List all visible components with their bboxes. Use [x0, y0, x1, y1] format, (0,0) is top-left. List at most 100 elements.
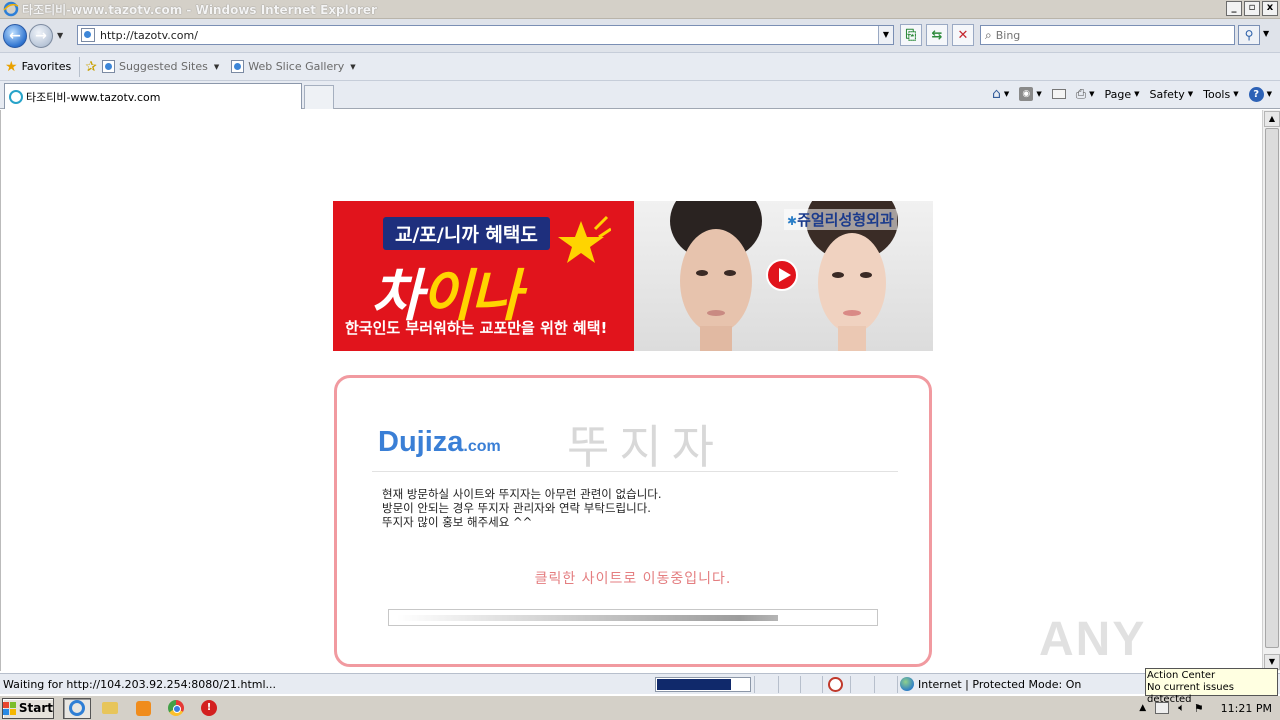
- mail-icon: [1051, 89, 1066, 99]
- feeds-button[interactable]: ◉ ▼: [1019, 87, 1042, 101]
- favorites-button[interactable]: ★ Favorites: [5, 59, 71, 75]
- back-button[interactable]: ←: [3, 23, 27, 48]
- banner-right-panel: ✱쥬얼리성형외과: [634, 201, 933, 351]
- redirect-progress-bar: [388, 609, 878, 626]
- play-icon[interactable]: [766, 259, 798, 291]
- page-load-progress: [655, 677, 751, 692]
- compatibility-view-button[interactable]: ⎘: [900, 24, 922, 46]
- minimize-button[interactable]: _: [1226, 1, 1242, 16]
- banner-subline: 한국인도 부러워하는 교포만을 위한 혜택!: [345, 319, 608, 337]
- tooltip-title: Action Center: [1147, 670, 1216, 681]
- redirect-card: Dujiza.com 뚜지자 현재 방문하실 사이트와 뚜지자는 아무런 관련이…: [334, 375, 932, 667]
- page-menu[interactable]: Page ▼: [1105, 88, 1140, 101]
- safety-menu[interactable]: Safety ▼: [1150, 88, 1194, 101]
- status-cell: [778, 676, 779, 693]
- separator: [79, 56, 81, 77]
- search-input[interactable]: [995, 28, 1216, 42]
- suggested-sites-label: Suggested Sites: [119, 60, 208, 73]
- taskbar-security-app[interactable]: !: [195, 698, 223, 719]
- status-cell: [874, 676, 875, 693]
- banner-left-panel: 교/포/니까 혜택도 차이나 한국인도 부러워하는 교포만을 위한 혜택!: [333, 201, 634, 351]
- search-box[interactable]: ⌕: [980, 25, 1235, 45]
- notice-message: 현재 방문하실 사이트와 뚜지자는 아무런 관련이 없습니다. 방문이 안되는 …: [382, 487, 662, 529]
- address-bar[interactable]: http://tazotv.com/ ▼: [77, 25, 894, 45]
- status-text: Waiting for http://104.203.92.254:8080/2…: [3, 677, 277, 691]
- favorites-label: Favorites: [21, 60, 72, 73]
- refresh-button[interactable]: ⇆: [926, 24, 948, 46]
- print-button[interactable]: ⎙ ▼: [1076, 87, 1095, 102]
- taskbar-explorer[interactable]: [96, 698, 124, 719]
- web-slice-icon: [231, 60, 245, 73]
- web-slice-label: Web Slice Gallery: [248, 60, 345, 73]
- restore-button[interactable]: ▫: [1244, 1, 1260, 16]
- bing-search-icon: ⌕: [985, 27, 992, 42]
- start-button[interactable]: Start: [2, 697, 54, 719]
- ad-banner[interactable]: 교/포/니까 혜택도 차이나 한국인도 부러워하는 교포만을 위한 혜택! ✱쥬…: [333, 201, 933, 351]
- address-dropdown-icon[interactable]: ▼: [878, 26, 893, 44]
- anyrun-watermark: ANY RUN: [1039, 613, 1147, 671]
- help-icon: ?: [1248, 86, 1264, 102]
- clinic-name-text: 쥬얼리성형외과: [797, 211, 894, 229]
- compatibility-icon: ⎘: [905, 27, 917, 43]
- status-cell: [800, 676, 801, 693]
- redirect-progress-fill: [397, 615, 778, 621]
- suggested-sites-link[interactable]: Suggested Sites ▼: [102, 60, 219, 73]
- forward-button[interactable]: →: [29, 23, 53, 48]
- folder-icon: [102, 702, 118, 714]
- popup-blocker-icon[interactable]: [828, 677, 843, 692]
- tab-tazotv[interactable]: 타조티비-www.tazotv.com: [4, 83, 302, 109]
- dujiza-logo[interactable]: Dujiza.com: [378, 426, 501, 459]
- notice-line: 방문이 안되는 경우 뚜지자 관리자와 연락 부탁드립니다.: [382, 501, 651, 515]
- chevron-down-icon: ▼: [213, 62, 220, 71]
- redirect-status-text: 클릭한 사이트로 이동중입니다.: [534, 571, 732, 587]
- brand-suffix: .com: [463, 438, 501, 455]
- search-button[interactable]: ⚲: [1238, 25, 1260, 45]
- scroll-up-button[interactable]: ▲: [1264, 111, 1280, 127]
- new-tab-button[interactable]: [304, 85, 334, 109]
- status-bar: Waiting for http://104.203.92.254:8080/2…: [0, 673, 1280, 694]
- arrow-right-icon: →: [35, 27, 47, 44]
- read-mail-button[interactable]: [1051, 89, 1066, 99]
- windows-logo-icon: [3, 701, 16, 715]
- security-zone[interactable]: Internet | Protected Mode: On: [900, 677, 1081, 691]
- tools-menu[interactable]: Tools ▼: [1203, 88, 1239, 101]
- page-viewport: 교/포/니까 혜택도 차이나 한국인도 부러워하는 교포만을 위한 혜택! ✱쥬…: [0, 110, 1262, 671]
- stop-sign-icon: !: [201, 700, 217, 716]
- close-window-button[interactable]: x: [1262, 1, 1278, 16]
- internet-explorer-icon: [69, 700, 85, 716]
- url-text[interactable]: http://tazotv.com/: [100, 29, 198, 42]
- divider: [372, 471, 898, 472]
- vertical-scrollbar[interactable]: ▲ ▼: [1262, 110, 1280, 671]
- help-button[interactable]: ? ▼: [1248, 86, 1272, 102]
- search-options-dropdown-icon[interactable]: ▼: [1263, 29, 1269, 38]
- chevron-down-icon: ▼: [1187, 90, 1194, 98]
- chevron-down-icon: ▼: [1233, 90, 1239, 98]
- home-button[interactable]: ⌂ ▼: [992, 86, 1009, 102]
- chevron-down-icon: ▼: [1266, 90, 1272, 98]
- taskbar-chrome[interactable]: [162, 698, 190, 719]
- favorites-star-icon: ★: [5, 58, 18, 75]
- stop-button[interactable]: ✕: [952, 24, 974, 46]
- magnifier-icon: ⚲: [1244, 28, 1254, 42]
- brand-korean: 뚜지자: [567, 420, 724, 474]
- page-menu-label: Page: [1104, 87, 1132, 101]
- tab-row: 타조티비-www.tazotv.com ⌂ ▼ ◉ ▼ ⎙ ▼ Page ▼ S…: [0, 81, 1280, 109]
- window-title: 타조티비-www.tazotv.com - Windows Internet E…: [22, 2, 377, 17]
- arrow-left-icon: ←: [9, 27, 21, 44]
- clinic-name: ✱쥬얼리성형외과: [784, 209, 897, 230]
- command-bar: ⌂ ▼ ◉ ▼ ⎙ ▼ Page ▼ Safety ▼ Tools ▼ ? ▼: [992, 86, 1272, 102]
- recent-pages-dropdown-icon[interactable]: ▼: [57, 31, 63, 40]
- scroll-thumb[interactable]: [1265, 128, 1279, 648]
- suggested-sites-icon: [102, 60, 115, 73]
- taskbar: Start ! ▲ 🔈︎ ⚑ 11:21 PM: [0, 695, 1280, 720]
- add-to-favorites-bar-button[interactable]: ✰: [85, 59, 97, 75]
- notice-line: 뚜지자 많이 홍보 해주세요 ^^: [382, 515, 533, 529]
- taskbar-media-player[interactable]: [129, 698, 157, 719]
- taskbar-internet-explorer[interactable]: [63, 697, 91, 719]
- show-hidden-icons-icon[interactable]: ▲: [1139, 703, 1146, 713]
- start-label: Start: [18, 701, 53, 715]
- star-burst-icon: [558, 215, 611, 263]
- safety-menu-label: Safety: [1149, 87, 1185, 101]
- action-center-tooltip: Action Center No current issues detected: [1145, 668, 1278, 705]
- web-slice-gallery-link[interactable]: Web Slice Gallery ▼: [231, 60, 356, 73]
